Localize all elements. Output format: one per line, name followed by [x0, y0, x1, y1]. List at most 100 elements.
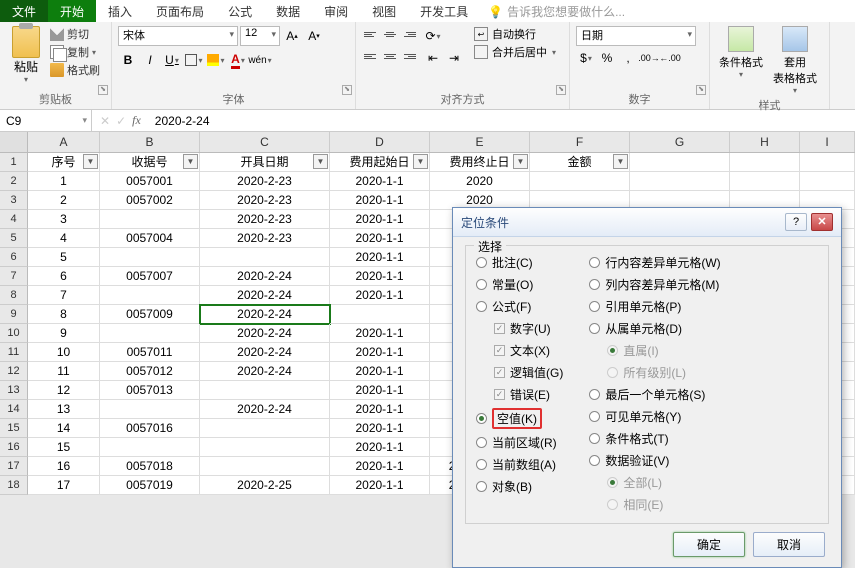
row-header[interactable]: 7 [0, 267, 28, 286]
cell[interactable] [200, 248, 330, 267]
format-as-table-button[interactable]: 套用 表格格式▾ [770, 26, 820, 95]
cell[interactable]: 3 [28, 210, 100, 229]
cell[interactable]: 2020-2-23 [200, 210, 330, 229]
cell[interactable]: 2020-1-1 [330, 419, 430, 438]
cell[interactable]: 8 [28, 305, 100, 324]
font-name-select[interactable]: 宋体 [118, 26, 238, 46]
cell[interactable]: 1 [28, 172, 100, 191]
cell[interactable]: 4 [28, 229, 100, 248]
cell[interactable]: 0057013 [100, 381, 200, 400]
radio-option[interactable]: 常量(O) [476, 276, 563, 293]
cell[interactable] [730, 172, 800, 191]
font-size-select[interactable]: 12 [240, 26, 280, 46]
radio-option[interactable]: 数据验证(V) [589, 452, 720, 469]
cell[interactable] [200, 457, 330, 476]
row-header[interactable]: 4 [0, 210, 28, 229]
row-header[interactable]: 12 [0, 362, 28, 381]
cell[interactable]: 2020-1-1 [330, 191, 430, 210]
increase-decimal-button[interactable]: .00→ [639, 48, 659, 68]
checkbox-option[interactable]: ✓逻辑值(G) [494, 364, 563, 381]
cell[interactable]: 2020-1-1 [330, 343, 430, 362]
row-header[interactable]: 5 [0, 229, 28, 248]
indent-left-button[interactable]: ⇤ [423, 48, 443, 68]
accounting-button[interactable]: $ [576, 48, 596, 68]
shrink-font-button[interactable]: A▾ [304, 26, 324, 46]
cell[interactable]: 2020-2-24 [200, 267, 330, 286]
fx-icon[interactable]: fx [132, 113, 141, 128]
col-header[interactable]: I [800, 132, 855, 152]
bold-button[interactable]: B [118, 50, 138, 70]
cell[interactable]: 2020-1-1 [330, 362, 430, 381]
cell[interactable]: 11 [28, 362, 100, 381]
cell[interactable]: 15 [28, 438, 100, 457]
cell[interactable]: 2020-1-1 [330, 286, 430, 305]
checkbox-option[interactable]: ✓数字(U) [494, 320, 563, 337]
cell[interactable]: 2020-1-1 [330, 248, 430, 267]
cell[interactable] [100, 286, 200, 305]
radio-option[interactable]: 条件格式(T) [589, 430, 720, 447]
cell[interactable]: 2020-1-1 [330, 324, 430, 343]
cell[interactable] [200, 438, 330, 457]
checkbox-option[interactable]: ✓错误(E) [494, 386, 563, 403]
help-button[interactable]: ? [785, 213, 807, 231]
filter-header-cell[interactable]: 收据号▼ [100, 153, 200, 172]
filter-header-cell[interactable]: 费用终止日▼ [430, 153, 530, 172]
col-header[interactable]: H [730, 132, 800, 152]
close-button[interactable]: ✕ [811, 213, 833, 231]
filter-dropdown-icon[interactable]: ▼ [183, 154, 198, 169]
name-box[interactable]: C9 [0, 110, 92, 131]
cell[interactable]: 0057002 [100, 191, 200, 210]
align-bottom-button[interactable] [400, 26, 418, 42]
filter-dropdown-icon[interactable]: ▼ [413, 154, 428, 169]
row-header[interactable]: 2 [0, 172, 28, 191]
filter-header-cell[interactable]: 金额▼ [530, 153, 630, 172]
fill-color-button[interactable] [206, 50, 226, 70]
cell[interactable]: 12 [28, 381, 100, 400]
dialog-launcher-icon[interactable]: ⬊ [696, 85, 706, 95]
filter-header-cell[interactable]: 序号▼ [28, 153, 100, 172]
checkbox-option[interactable]: ✓文本(X) [494, 342, 563, 359]
tab-data[interactable]: 数据 [264, 0, 312, 22]
align-middle-button[interactable] [381, 26, 399, 42]
cell[interactable]: 5 [28, 248, 100, 267]
align-center-button[interactable] [381, 48, 399, 64]
filter-dropdown-icon[interactable]: ▼ [513, 154, 528, 169]
phonetic-button[interactable]: wén [250, 50, 270, 70]
ok-button[interactable]: 确定 [673, 532, 745, 557]
font-color-button[interactable]: A [228, 50, 248, 70]
grow-font-button[interactable]: A▴ [282, 26, 302, 46]
row-header[interactable]: 13 [0, 381, 28, 400]
radio-option[interactable]: 公式(F) [476, 298, 563, 315]
row-header[interactable]: 18 [0, 476, 28, 495]
tab-devtools[interactable]: 开发工具 [408, 0, 480, 22]
row-header[interactable]: 14 [0, 400, 28, 419]
filter-header-cell[interactable] [730, 153, 800, 172]
radio-option[interactable]: 批注(C) [476, 254, 563, 271]
tab-view[interactable]: 视图 [360, 0, 408, 22]
cell[interactable]: 2020-2-24 [200, 305, 330, 324]
cell[interactable]: 2020-2-23 [200, 172, 330, 191]
cell[interactable]: 2020-1-1 [330, 229, 430, 248]
row-header[interactable]: 15 [0, 419, 28, 438]
cell[interactable]: 2020-2-24 [200, 324, 330, 343]
cell[interactable]: 0057009 [100, 305, 200, 324]
cell[interactable]: 2020-2-23 [200, 191, 330, 210]
cell[interactable]: 0057016 [100, 419, 200, 438]
wrap-text-button[interactable]: ↩自动换行 [474, 26, 556, 42]
align-right-button[interactable] [400, 48, 418, 64]
row-header[interactable]: 9 [0, 305, 28, 324]
col-header[interactable]: D [330, 132, 430, 152]
cell[interactable] [100, 438, 200, 457]
decrease-decimal-button[interactable]: ←.00 [660, 48, 680, 68]
align-top-button[interactable] [362, 26, 380, 42]
filter-dropdown-icon[interactable]: ▼ [83, 154, 98, 169]
dialog-launcher-icon[interactable]: ⬊ [556, 85, 566, 95]
radio-option[interactable]: 从属单元格(D) [589, 320, 720, 337]
row-header[interactable]: 8 [0, 286, 28, 305]
cell[interactable]: 0057019 [100, 476, 200, 495]
filter-header-cell[interactable] [800, 153, 855, 172]
dialog-launcher-icon[interactable]: ⬊ [342, 85, 352, 95]
cell[interactable] [100, 210, 200, 229]
cell[interactable] [630, 172, 730, 191]
cell[interactable]: 0057011 [100, 343, 200, 362]
